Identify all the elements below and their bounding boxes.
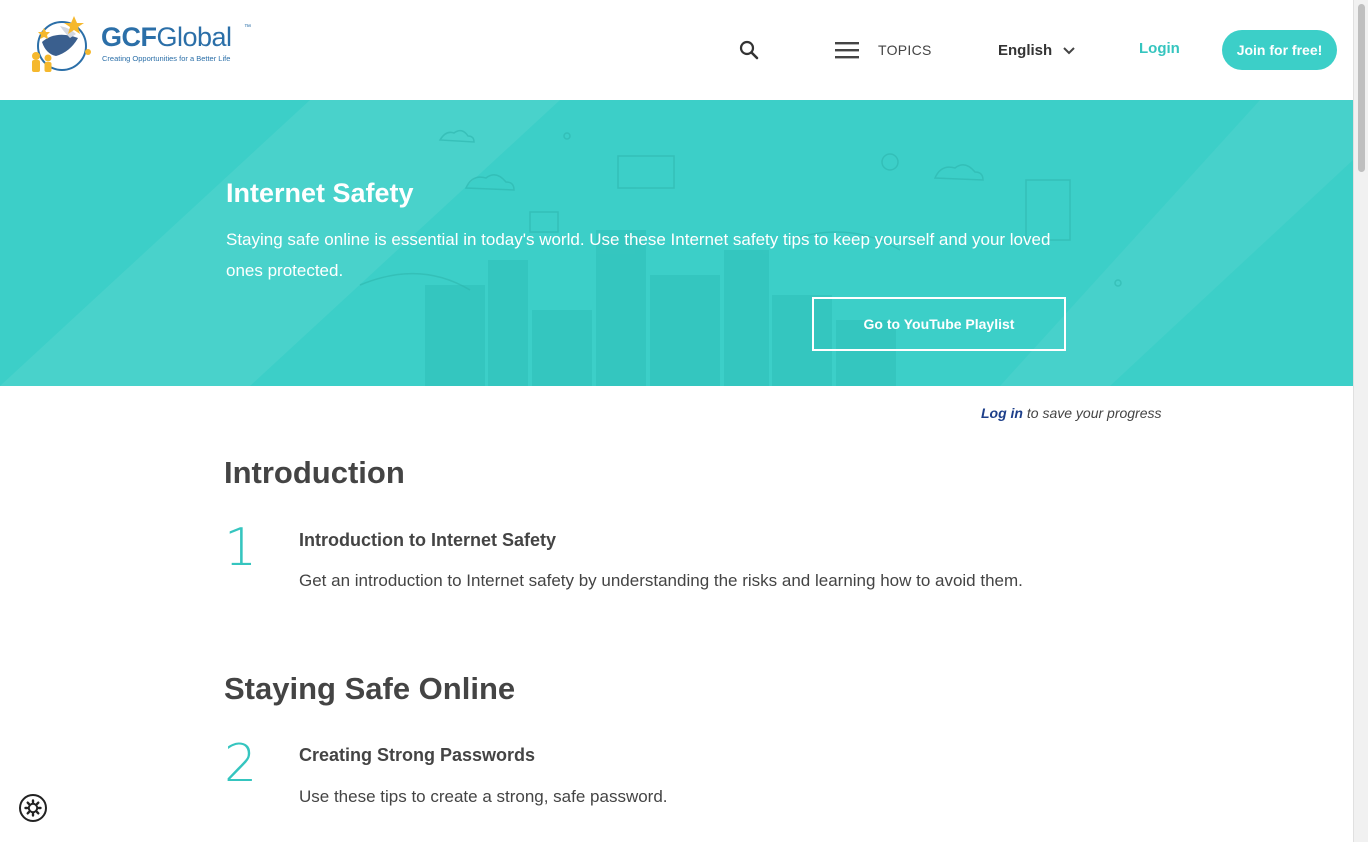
lesson-title-link[interactable]: Introduction to Internet Safety	[299, 530, 556, 551]
logo-globe-icon	[32, 16, 91, 72]
gcfglobal-logo[interactable]: GCFGlobal ™ Creating Opportunities for a…	[26, 12, 256, 76]
login-link[interactable]: Login	[1139, 40, 1180, 57]
lesson-description: Get an introduction to Internet safety b…	[299, 571, 1023, 590]
gear-icon	[24, 799, 42, 817]
scrollbar-thumb[interactable]	[1358, 4, 1365, 172]
topics-menu-button[interactable]: TOPICS	[834, 36, 932, 64]
topics-label: TOPICS	[878, 42, 932, 58]
section-title-staying-safe-online: Staying Safe Online	[224, 671, 516, 706]
youtube-playlist-button[interactable]: Go to YouTube Playlist	[812, 297, 1066, 351]
language-label: English	[998, 41, 1053, 59]
chevron-down-icon	[1063, 47, 1075, 55]
lesson-description: Use these tips to create a strong, safe …	[299, 787, 668, 806]
search-icon	[739, 40, 759, 60]
logo-wordmark: GCFGlobal	[101, 22, 232, 52]
save-progress-note: Log in to save your progress	[981, 405, 1162, 421]
progress-suffix: to save your progress	[1023, 405, 1162, 421]
cookie-settings-button[interactable]	[19, 794, 47, 822]
progress-login-link[interactable]: Log in	[981, 405, 1023, 421]
logo-tagline: Creating Opportunities for a Better Life	[102, 54, 231, 63]
page-description: Staying safe online is essential in toda…	[226, 230, 1051, 280]
language-selector[interactable]: English	[998, 36, 1076, 64]
site-header: GCFGlobal ™ Creating Opportunities for a…	[0, 0, 1353, 100]
lesson-number: 1	[224, 518, 258, 578]
lesson-title-link[interactable]: Creating Strong Passwords	[299, 745, 535, 766]
lesson-number: 2	[224, 734, 258, 794]
page-scrollbar[interactable]	[1353, 0, 1368, 842]
hero-banner: Internet Safety Staying safe online is e…	[0, 100, 1353, 386]
hamburger-menu-icon	[835, 42, 859, 59]
page-title: Internet Safety	[226, 178, 414, 208]
search-button[interactable]	[737, 38, 761, 62]
join-free-button[interactable]: Join for free!	[1222, 30, 1337, 70]
section-title-introduction: Introduction	[224, 455, 405, 490]
logo-trademark: ™	[244, 24, 251, 31]
